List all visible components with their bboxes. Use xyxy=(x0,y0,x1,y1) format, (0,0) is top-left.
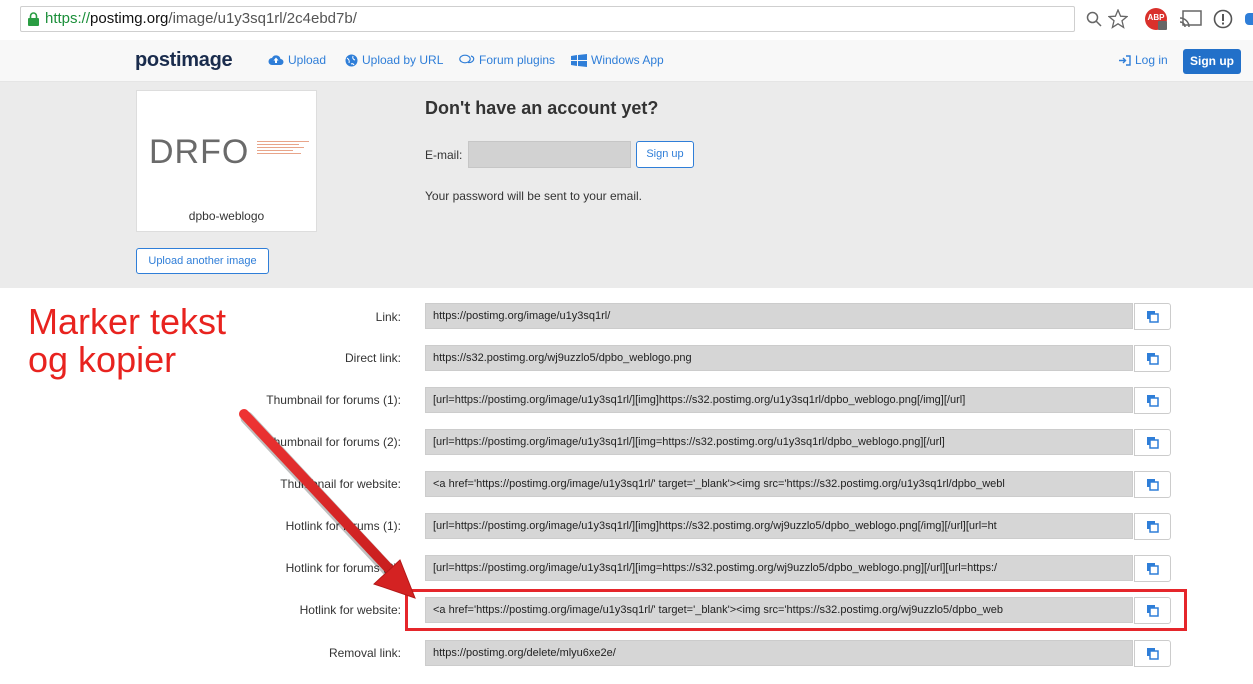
annotation-arrow xyxy=(239,409,416,599)
